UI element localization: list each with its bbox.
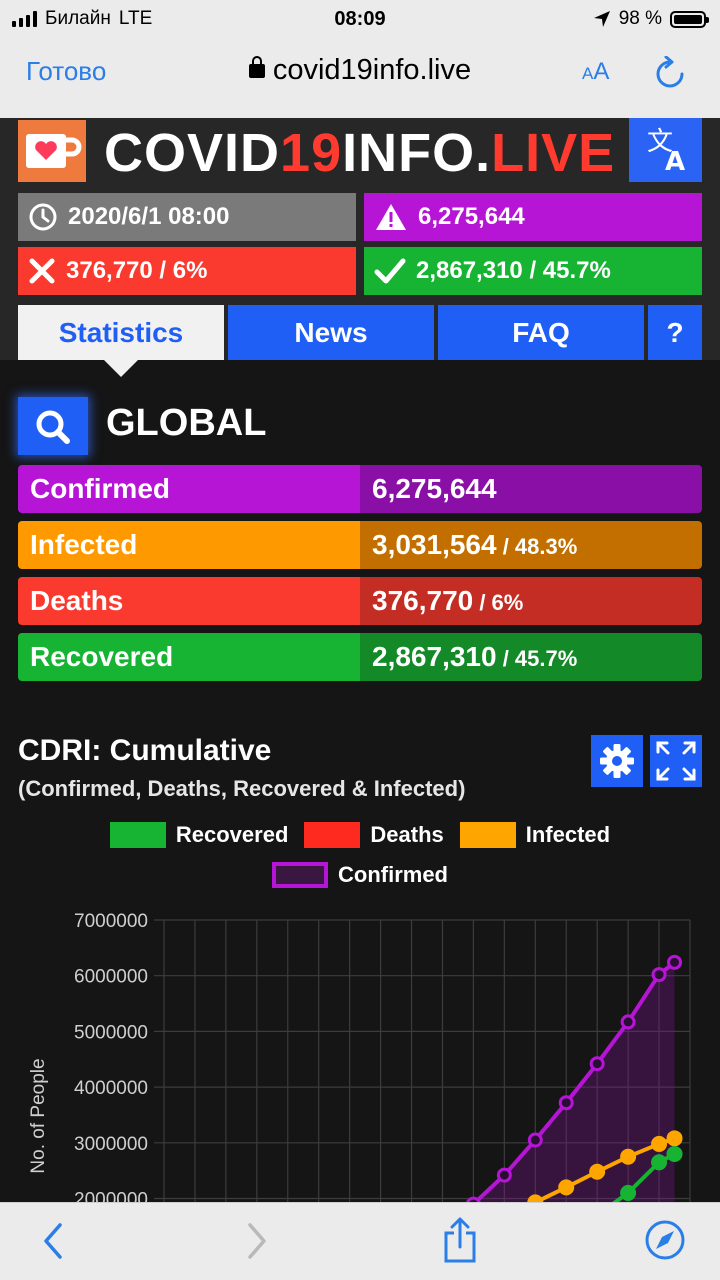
legend-item-recovered[interactable]: Recovered — [109, 822, 288, 848]
deaths-row: Deaths 376,770 / 6% — [18, 577, 702, 625]
battery-icon — [670, 10, 709, 28]
deaths-value: 376,770 / 6% — [360, 577, 702, 625]
chart-legend-row-2: Confirmed — [0, 862, 720, 888]
y-tick-label: 6000000 — [74, 967, 148, 988]
x-icon — [29, 258, 55, 284]
search-button[interactable] — [18, 397, 88, 455]
tab-statistics[interactable]: Statistics — [18, 305, 224, 360]
data-point-infected — [558, 1179, 575, 1196]
legend-item-confirmed[interactable]: Confirmed — [272, 862, 448, 888]
forward-icon[interactable] — [242, 1221, 272, 1261]
infected-label: Infected — [18, 521, 360, 569]
data-point-recovered — [666, 1145, 683, 1162]
reload-icon[interactable] — [654, 56, 686, 90]
translate-icon: 文 A — [647, 127, 685, 177]
clock-icon — [29, 203, 57, 231]
kofi-cup-logo[interactable] — [18, 120, 86, 182]
screen: Билайн LTE 08:09 98 % Готово covid19info… — [0, 0, 720, 1280]
data-point-confirmed — [589, 1056, 605, 1072]
y-tick-label: 4000000 — [74, 1078, 148, 1099]
data-point-infected — [589, 1163, 606, 1180]
chart-settings-button[interactable] — [591, 735, 643, 787]
data-point-confirmed — [496, 1167, 512, 1183]
infected-row: Infected 3,031,564 / 48.3% — [18, 521, 702, 569]
update-date: 2020/6/1 08:00 — [68, 203, 230, 230]
data-point-infected — [666, 1130, 683, 1147]
compass-icon[interactable] — [644, 1219, 686, 1261]
expand-icon — [656, 741, 696, 781]
text-size-button[interactable]: AA — [582, 58, 609, 86]
chart-title: CDRI: Cumulative — [18, 734, 272, 767]
update-date-box: 2020/6/1 08:00 — [18, 193, 356, 241]
site-title: COVID19INFO.LIVE — [104, 123, 616, 183]
search-icon — [36, 410, 70, 444]
back-icon[interactable] — [38, 1221, 68, 1261]
recovered-row: Recovered 2,867,310 / 45.7% — [18, 633, 702, 681]
site-header: COVID19INFO.LIVE 文 A 2020/6/1 08:00 6,27… — [0, 118, 720, 360]
data-point-confirmed — [651, 967, 667, 983]
active-tab-pointer — [104, 360, 138, 377]
gear-icon — [600, 744, 634, 778]
tab-faq[interactable]: FAQ — [438, 305, 644, 360]
tab-news[interactable]: News — [228, 305, 434, 360]
y-tick-label: 7000000 — [74, 911, 148, 932]
coffee-cup-heart-icon — [26, 134, 82, 168]
deaths-total: 376,770 / 6% — [66, 257, 208, 284]
confirmed-label: Confirmed — [18, 465, 360, 513]
chart-subtitle: (Confirmed, Deaths, Recovered & Infected… — [18, 776, 466, 801]
legend-item-deaths[interactable]: Deaths — [304, 822, 444, 848]
translate-button[interactable]: 文 A — [629, 118, 702, 182]
chart-legend: Recovered Deaths Infected — [0, 822, 720, 848]
data-point-recovered — [620, 1184, 637, 1201]
confirmed-box: 6,275,644 — [364, 193, 702, 241]
browser-toolbar — [0, 1202, 720, 1280]
battery-percent: 98 % — [618, 8, 662, 29]
region-title: GLOBAL — [106, 402, 267, 444]
infected-value: 3,031,564 / 48.3% — [360, 521, 702, 569]
y-tick-label: 5000000 — [74, 1022, 148, 1043]
warning-icon — [376, 204, 406, 230]
legend-item-infected[interactable]: Infected — [459, 822, 610, 848]
status-bar: Билайн LTE 08:09 98 % — [0, 0, 720, 38]
tab-help[interactable]: ? — [648, 305, 702, 360]
svg-text:A: A — [665, 147, 685, 177]
data-point-confirmed — [527, 1132, 543, 1148]
browser-address-bar: Готово covid19info.live AA — [0, 38, 720, 118]
deaths-box: 376,770 / 6% — [18, 247, 356, 295]
recovered-label: Recovered — [18, 633, 360, 681]
data-point-infected — [651, 1135, 668, 1152]
data-point-confirmed — [620, 1014, 636, 1030]
y-tick-label: 2000000 — [74, 1190, 148, 1203]
confirmed-total: 6,275,644 — [418, 203, 525, 230]
url-field[interactable]: covid19info.live — [0, 54, 720, 87]
chart-fullscreen-button[interactable] — [650, 735, 702, 787]
data-point-infected — [620, 1148, 637, 1165]
location-icon — [593, 11, 610, 27]
confirmed-value: 6,275,644 — [360, 465, 702, 513]
y-axis-label: No. of People — [28, 1058, 49, 1173]
url-text: covid19info.live — [272, 54, 472, 86]
data-point-confirmed — [667, 954, 683, 970]
lock-icon — [248, 56, 265, 78]
confirmed-row: Confirmed 6,275,644 — [18, 465, 702, 513]
share-icon[interactable] — [440, 1217, 480, 1263]
checkmark-icon — [374, 258, 406, 284]
deaths-label: Deaths — [18, 577, 360, 625]
recovered-total: 2,867,310 / 45.7% — [416, 257, 611, 284]
data-point-confirmed — [558, 1095, 574, 1111]
cumulative-chart: 7000000 6000000 5000000 4000000 3000000 20000… — [28, 911, 691, 1203]
recovered-box: 2,867,310 / 45.7% — [364, 247, 702, 295]
y-tick-label: 3000000 — [74, 1134, 148, 1155]
data-point-recovered — [651, 1154, 668, 1171]
recovered-value: 2,867,310 / 45.7% — [360, 633, 702, 681]
